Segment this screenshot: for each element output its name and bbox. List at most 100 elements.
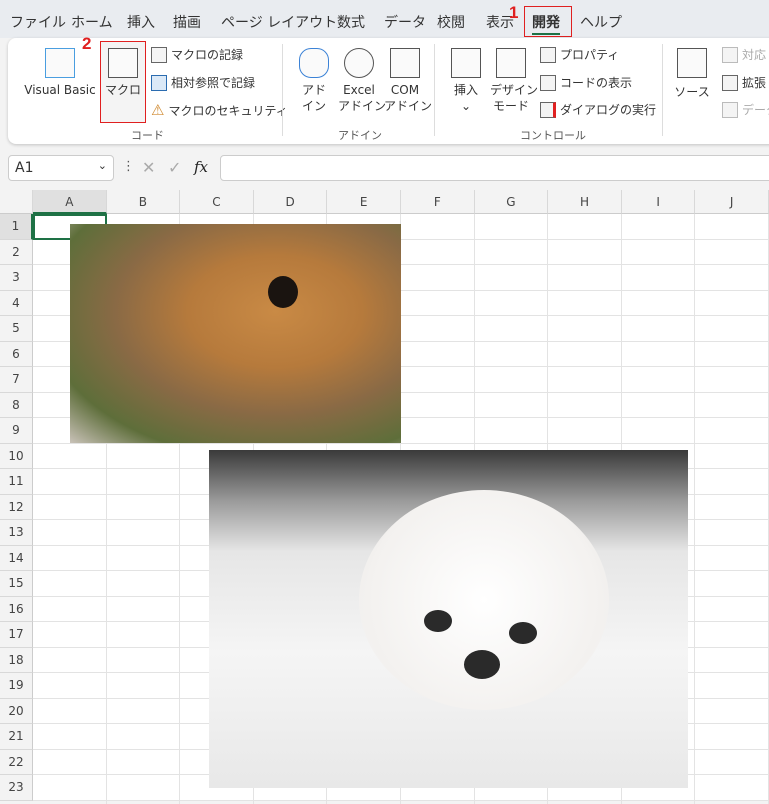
divider (662, 44, 663, 136)
ribbon: Visual Basic 2 マクロ マクロの記録 相対参照で記録 ⚠ マクロのセ… (8, 34, 769, 144)
menu-bar: ファイル ホーム 挿入 描画 ページ レイアウト 数式 データ 校閲 表示 開発 ヘルプ (0, 0, 769, 38)
column-header[interactable]: B (106, 190, 181, 214)
column-header[interactable]: G (474, 190, 549, 214)
row-header[interactable]: 8 (0, 392, 33, 418)
row-header[interactable]: 19 (0, 673, 33, 699)
row-header[interactable]: 23 (0, 775, 33, 801)
row-header[interactable]: 7 (0, 367, 33, 393)
formula-bar: A1 ⌄ ⋮ ✕ ✓ fx (0, 153, 769, 183)
row-header[interactable]: 14 (0, 545, 33, 571)
view-code-button[interactable]: コードの表示 (540, 74, 632, 91)
tab-10[interactable]: ヘルプ (580, 12, 622, 32)
spreadsheet-grid[interactable]: A B C D E F G H I J 1 2 3 4 5 6 7 8 9 10 11 12 13 14 15 16 17 18 19 2… (0, 190, 769, 804)
relative-reference-button[interactable]: 相対参照で記録 (151, 74, 255, 91)
insert-control-button[interactable]: 挿入 ⌄ (448, 48, 484, 114)
column-header[interactable]: E (327, 190, 401, 214)
row-header[interactable]: 12 (0, 494, 33, 520)
row-header[interactable]: 6 (0, 341, 33, 367)
expansion-pack-button[interactable]: 拡張 (722, 74, 766, 91)
row-header[interactable]: 9 (0, 418, 33, 444)
map-properties-button: 対応 (722, 46, 766, 63)
tab-1[interactable]: ホーム (71, 12, 113, 32)
refresh-data-button: データ (722, 101, 769, 118)
tab-3[interactable]: 描画 (173, 12, 201, 32)
name-box[interactable]: A1 ⌄ (8, 155, 114, 181)
row-header[interactable]: 2 (0, 239, 33, 265)
tab-7[interactable]: 校閲 (437, 12, 465, 32)
row-header[interactable]: 18 (0, 647, 33, 673)
row-header[interactable]: 21 (0, 724, 33, 750)
map-icon (722, 46, 738, 63)
tab-2[interactable]: 挿入 (127, 12, 155, 32)
select-all-button[interactable] (0, 190, 33, 214)
group-code: コード (131, 129, 164, 142)
column-header[interactable]: H (548, 190, 622, 214)
row-header[interactable]: 16 (0, 596, 33, 622)
addin-button[interactable]: アド イン (296, 48, 332, 114)
divider (282, 44, 283, 136)
highlight-developer-tab (524, 6, 572, 37)
macro-button[interactable]: マクロ (100, 41, 146, 123)
design-mode-button[interactable]: デザイン モード (490, 48, 538, 114)
gear-icon (344, 48, 374, 78)
rabbit-eye (268, 276, 298, 308)
dog-photo[interactable] (209, 450, 688, 788)
insert-function-button[interactable]: fx (194, 158, 208, 176)
com-addin-icon (390, 48, 420, 78)
toolbox-icon (451, 48, 481, 78)
row-header[interactable]: 5 (0, 316, 33, 342)
column-header[interactable]: J (695, 190, 769, 214)
com-addin-button[interactable]: COM アドイン (384, 48, 432, 114)
row-header[interactable]: 17 (0, 622, 33, 648)
row-header[interactable]: 1 (0, 214, 33, 240)
properties-button[interactable]: プロパティ (540, 46, 619, 63)
refresh-data-icon (722, 101, 738, 118)
table-icon (151, 74, 167, 91)
row-header[interactable]: 4 (0, 290, 33, 316)
column-header[interactable]: D (253, 190, 328, 214)
rabbit-photo[interactable] (70, 224, 401, 443)
more-icon: ⋮ (122, 159, 135, 174)
row-header[interactable]: 15 (0, 571, 33, 597)
record-icon (151, 46, 167, 63)
column-header[interactable]: A (33, 190, 107, 214)
row-header[interactable]: 22 (0, 749, 33, 775)
tab-4[interactable]: ページ レイアウト (221, 12, 337, 32)
group-addins: アドイン (338, 129, 382, 142)
excel-addin-button[interactable]: Excel アドイン (338, 48, 386, 114)
tab-0[interactable]: ファイル (10, 12, 66, 32)
chevron-down-icon[interactable]: ⌄ (98, 159, 107, 172)
visual-basic-icon (45, 48, 75, 78)
macro-security-button[interactable]: ⚠ マクロのセキュリティ (151, 101, 288, 119)
gridline (694, 214, 696, 804)
properties-icon (540, 46, 556, 63)
group-controls: コントロール (520, 129, 586, 142)
step-2-label: 2 (82, 34, 92, 53)
tab-5[interactable]: 数式 (337, 12, 365, 32)
divider (434, 44, 435, 136)
row-header[interactable]: 3 (0, 265, 33, 291)
xml-source-button[interactable]: ソース (672, 48, 712, 100)
enter-icon[interactable]: ✓ (168, 158, 181, 177)
expansion-icon (722, 74, 738, 91)
column-header[interactable]: F (401, 190, 475, 214)
triangle-ruler-icon (496, 48, 526, 78)
row-header[interactable]: 10 (0, 443, 33, 469)
warning-icon: ⚠ (151, 101, 165, 119)
cancel-icon[interactable]: ✕ (142, 158, 155, 177)
chevron-down-icon: ⌄ (460, 99, 472, 113)
formula-input[interactable] (220, 155, 769, 181)
dog-feature (464, 650, 500, 679)
row-header[interactable]: 20 (0, 698, 33, 724)
addin-icon (299, 48, 329, 78)
column-header[interactable]: I (621, 190, 696, 214)
run-dialog-button[interactable]: ダイアログの実行 (540, 101, 656, 118)
column-header[interactable]: C (180, 190, 254, 214)
step-1-label: 1 (509, 3, 519, 22)
record-macro-button[interactable]: マクロの記録 (151, 46, 243, 63)
view-code-icon (540, 74, 556, 91)
tab-6[interactable]: データ (384, 12, 426, 32)
row-header[interactable]: 13 (0, 520, 33, 546)
visual-basic-button[interactable]: Visual Basic (24, 48, 96, 98)
row-header[interactable]: 11 (0, 469, 33, 495)
